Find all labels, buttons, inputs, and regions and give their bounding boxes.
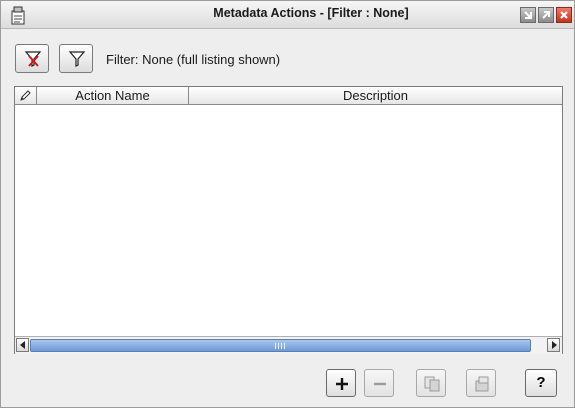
clipboard-app-icon: [10, 5, 26, 25]
window-title: Metadata Actions - [Filter : None]: [213, 6, 409, 20]
help-button[interactable]: ?: [525, 369, 557, 397]
close-icon: [560, 11, 568, 19]
filter-button[interactable]: [59, 44, 93, 73]
column-header-action-name[interactable]: Action Name: [37, 87, 189, 104]
scroll-left-button[interactable]: [16, 338, 29, 352]
copy-icon: [424, 376, 440, 392]
maximize-button[interactable]: [538, 7, 554, 23]
plus-icon: [336, 378, 348, 390]
properties-icon: [475, 376, 489, 392]
close-button[interactable]: [556, 7, 572, 23]
metadata-actions-window: Metadata Actions - [Filter : None] Filte…: [0, 0, 575, 408]
maximize-icon: [542, 11, 550, 19]
column-header-description[interactable]: Description: [189, 87, 562, 104]
title-bar[interactable]: Metadata Actions - [Filter : None]: [1, 1, 574, 29]
minus-icon: [374, 382, 386, 386]
table-body[interactable]: [15, 105, 562, 336]
clear-filter-button[interactable]: [15, 44, 49, 73]
add-action-button[interactable]: [326, 369, 356, 397]
pencil-icon: [20, 90, 31, 101]
actions-table: Action Name Description: [14, 86, 563, 354]
copy-action-button[interactable]: [416, 369, 446, 397]
action-properties-button[interactable]: [466, 369, 496, 397]
scroll-grip: [275, 343, 287, 349]
remove-action-button[interactable]: [364, 369, 394, 397]
minimize-button[interactable]: [520, 7, 536, 23]
scroll-right-button[interactable]: [547, 338, 560, 352]
minimize-icon: [524, 11, 532, 19]
filter-status-text: Filter: None (full listing shown): [106, 52, 281, 67]
help-label: ?: [536, 374, 546, 391]
funnel-clear-icon: [24, 51, 42, 67]
table-header: Action Name Description: [15, 87, 562, 105]
scroll-thumb[interactable]: [30, 339, 531, 352]
horizontal-scrollbar[interactable]: [15, 336, 562, 354]
arrow-right-icon: [552, 341, 557, 349]
edit-column-header[interactable]: [15, 87, 37, 104]
funnel-icon: [68, 51, 86, 67]
arrow-left-icon: [20, 341, 25, 349]
